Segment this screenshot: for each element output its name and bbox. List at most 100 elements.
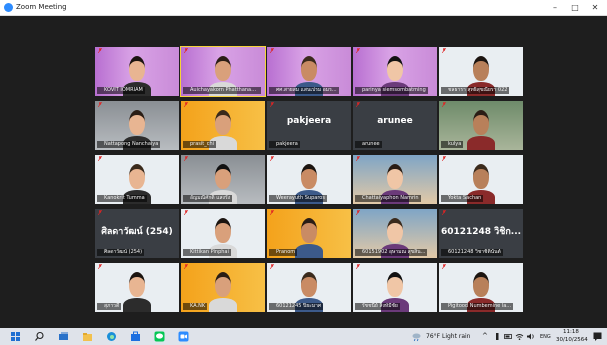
participant-name-label: Kittikan Pinphai bbox=[183, 249, 231, 256]
participant-tile[interactable]: อัญมณีศักดิ์ แสงรัง bbox=[181, 155, 265, 204]
participant-name-label: ศศ.สายสม แสนเปรม อมร... bbox=[269, 87, 339, 94]
participant-name-label: pakjeera bbox=[269, 141, 300, 148]
muted-mic-icon bbox=[98, 210, 102, 215]
muted-mic-icon bbox=[98, 48, 102, 53]
search-icon[interactable] bbox=[34, 331, 45, 342]
onedrive-icon[interactable] bbox=[492, 331, 503, 342]
participant-tile[interactable]: parinya siemsombatming bbox=[353, 47, 437, 96]
zoom-app-icon[interactable] bbox=[178, 331, 189, 342]
participant-face bbox=[473, 272, 489, 297]
participant-name-label: Chattaiyaphon Namrin bbox=[355, 195, 421, 202]
participant-name-label: KOVIT IOMRIAM bbox=[97, 87, 145, 94]
zoom-logo-icon bbox=[4, 3, 13, 12]
participant-name-label: ศิลดาวัฒน์ (254) bbox=[97, 249, 145, 256]
participant-tile[interactable]: prasit_chi bbox=[181, 101, 265, 150]
participant-name-label: สุภาวดี bbox=[97, 303, 122, 310]
muted-mic-icon bbox=[270, 210, 274, 215]
participant-body bbox=[123, 298, 151, 312]
participant-name-label: parinya siemsombatming bbox=[355, 87, 428, 94]
store-icon[interactable] bbox=[130, 331, 141, 342]
muted-mic-icon bbox=[356, 264, 360, 269]
participant-tile[interactable]: ชลธารา สุทธิสุขณียรา 022 bbox=[439, 47, 523, 96]
participant-tile[interactable]: kulya bbox=[439, 101, 523, 150]
participant-tile[interactable]: Yokta Sachan bbox=[439, 155, 523, 204]
participant-name-label: Pigitood Numbemine la... bbox=[441, 303, 514, 310]
muted-mic-icon bbox=[184, 264, 188, 269]
participant-tile[interactable]: KA.NK bbox=[181, 263, 265, 312]
clock-time[interactable]: 11:18 bbox=[563, 328, 579, 336]
participant-face bbox=[129, 164, 145, 189]
tray-chevron-icon[interactable]: ^ bbox=[482, 332, 488, 340]
muted-mic-icon bbox=[356, 48, 360, 53]
muted-mic-icon bbox=[442, 264, 446, 269]
participant-name-label: KA.NK bbox=[183, 303, 208, 310]
participant-name-label: Weerayuth Suparos bbox=[269, 195, 327, 202]
participant-face bbox=[387, 218, 403, 243]
participant-face bbox=[473, 56, 489, 81]
task-view-icon[interactable] bbox=[58, 331, 69, 342]
close-button[interactable]: ✕ bbox=[588, 1, 602, 14]
participant-face bbox=[301, 56, 317, 81]
participant-tile[interactable]: 60121245 ปิยะมาศ bbox=[267, 263, 351, 312]
muted-mic-icon bbox=[356, 210, 360, 215]
participant-tile[interactable]: arunee arunee bbox=[353, 101, 437, 150]
muted-mic-icon bbox=[184, 48, 188, 53]
weather-icon[interactable] bbox=[411, 331, 422, 342]
participant-body bbox=[209, 298, 237, 312]
gallery-grid: KOVIT IOMRIAM Auichayakorn Phatthanaprasi… bbox=[95, 46, 525, 312]
participant-tile[interactable]: รัชชนีย์ สิงห์มีชัย bbox=[353, 263, 437, 312]
clock-date[interactable]: 30/10/2564 bbox=[556, 336, 588, 344]
participant-tile[interactable]: ศิลดาวัฒน์ (254) ศิลดาวัฒน์ (254) bbox=[95, 209, 179, 258]
language-indicator[interactable]: ENG bbox=[540, 333, 551, 341]
participant-face bbox=[387, 164, 403, 189]
notification-icon[interactable] bbox=[592, 331, 603, 342]
weather-text[interactable]: 76°F Light rain bbox=[426, 333, 471, 341]
participant-face bbox=[129, 56, 145, 81]
file-explorer-icon[interactable] bbox=[82, 331, 93, 342]
participant-face bbox=[215, 164, 231, 189]
participant-tile[interactable]: ศศ.สายสม แสนเปรม อมร... bbox=[267, 47, 351, 96]
minimize-button[interactable]: – bbox=[548, 1, 562, 14]
participant-face bbox=[301, 164, 317, 189]
participant-tile[interactable]: Chattaiyaphon Namrin bbox=[353, 155, 437, 204]
volume-icon[interactable] bbox=[525, 331, 536, 342]
network-icon[interactable] bbox=[514, 331, 525, 342]
window-title: Zoom Meeting bbox=[16, 3, 67, 11]
participant-tile[interactable]: pakjeera pakjeera bbox=[267, 101, 351, 150]
maximize-button[interactable]: □ bbox=[568, 1, 582, 14]
windows-taskbar: 76°F Light rain ^ ENG 11:18 30/10/2564 bbox=[0, 328, 607, 345]
edge-browser-icon[interactable] bbox=[106, 331, 117, 342]
participant-tile[interactable]: Kanokrit Tumma bbox=[95, 155, 179, 204]
participant-name-label: อัญมณีศักดิ์ แสงรัง bbox=[183, 195, 233, 202]
muted-mic-icon bbox=[184, 210, 188, 215]
participant-tile[interactable]: Pigitood Numbemine la... bbox=[439, 263, 523, 312]
participant-face bbox=[129, 272, 145, 297]
participant-tile[interactable]: Weerayuth Suparos bbox=[267, 155, 351, 204]
participant-tile[interactable]: Nattapong Nanchaiya bbox=[95, 101, 179, 150]
participant-tile[interactable]: KOVIT IOMRIAM bbox=[95, 47, 179, 96]
participant-name-label: รัชชนีย์ สิงห์มีชัย bbox=[355, 303, 400, 310]
participant-tile[interactable]: Auichayakorn Phatthanaprasit bbox=[180, 46, 266, 97]
participant-display-name: arunee bbox=[377, 116, 413, 126]
participant-tile[interactable]: Pranom bbox=[267, 209, 351, 258]
participant-face bbox=[387, 56, 403, 81]
participant-face bbox=[387, 272, 403, 297]
windows-start-icon[interactable] bbox=[10, 331, 21, 342]
participant-tile[interactable]: Kittikan Pinphai bbox=[181, 209, 265, 258]
muted-mic-icon bbox=[270, 102, 274, 107]
participant-name-label: 60151902 อุษามณ สุขสิน... bbox=[355, 249, 428, 256]
participant-body bbox=[467, 136, 495, 150]
battery-icon[interactable] bbox=[503, 331, 514, 342]
participant-tile[interactable]: สุภาวดี bbox=[95, 263, 179, 312]
muted-mic-icon bbox=[184, 156, 188, 161]
participant-face bbox=[215, 56, 231, 81]
line-app-icon[interactable] bbox=[154, 331, 165, 342]
muted-mic-icon bbox=[270, 264, 274, 269]
muted-mic-icon bbox=[270, 156, 274, 161]
participant-tile[interactable]: 60121248 วิชิก... 60121248 วิชาชิตินันต์ bbox=[439, 209, 523, 258]
participant-name-label: kulya bbox=[441, 141, 464, 148]
muted-mic-icon bbox=[98, 102, 102, 107]
participant-face bbox=[473, 110, 489, 135]
participant-tile[interactable]: 60151902 อุษามณ สุขสิน... bbox=[353, 209, 437, 258]
participant-name-label: Auichayakorn Phatthanaprasit bbox=[183, 87, 261, 94]
